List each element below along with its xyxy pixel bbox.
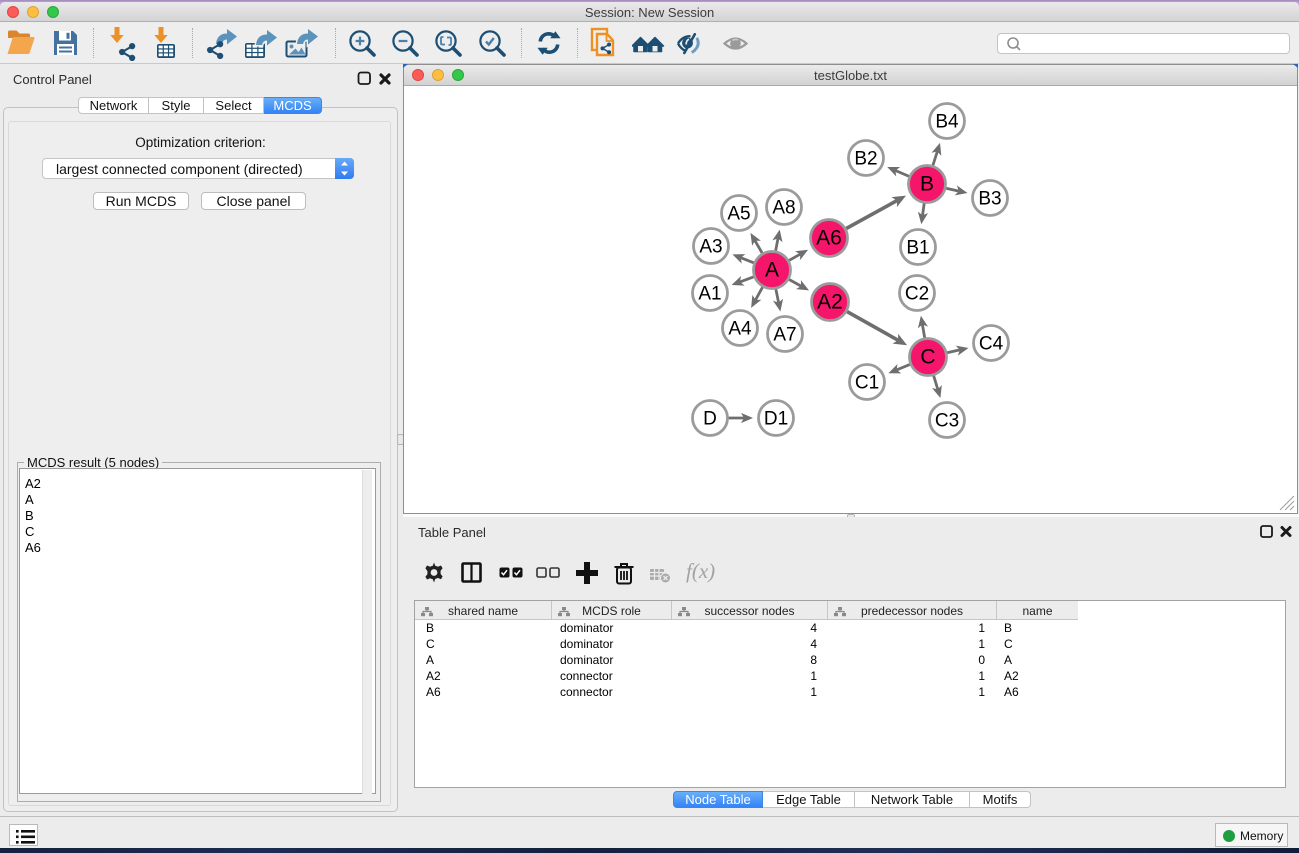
svg-text:D: D <box>703 409 717 430</box>
svg-text:A6: A6 <box>816 227 842 250</box>
svg-text:A3: A3 <box>699 237 722 258</box>
svg-text:C4: C4 <box>979 334 1004 355</box>
svg-text:A8: A8 <box>772 198 795 219</box>
svg-text:C: C <box>920 346 935 369</box>
svg-text:A7: A7 <box>773 325 796 346</box>
svg-text:B4: B4 <box>935 112 959 133</box>
svg-text:A4: A4 <box>728 319 752 340</box>
svg-text:D1: D1 <box>764 409 788 430</box>
svg-text:B1: B1 <box>906 238 929 259</box>
svg-text:A: A <box>765 259 779 282</box>
svg-text:B2: B2 <box>854 149 877 170</box>
svg-text:A5: A5 <box>727 204 750 225</box>
svg-text:A1: A1 <box>698 284 721 305</box>
svg-text:B: B <box>920 173 934 196</box>
svg-text:B3: B3 <box>978 189 1001 210</box>
svg-text:C2: C2 <box>905 284 929 305</box>
svg-text:C3: C3 <box>935 411 959 432</box>
svg-text:A2: A2 <box>817 291 843 314</box>
svg-text:C1: C1 <box>855 373 879 394</box>
